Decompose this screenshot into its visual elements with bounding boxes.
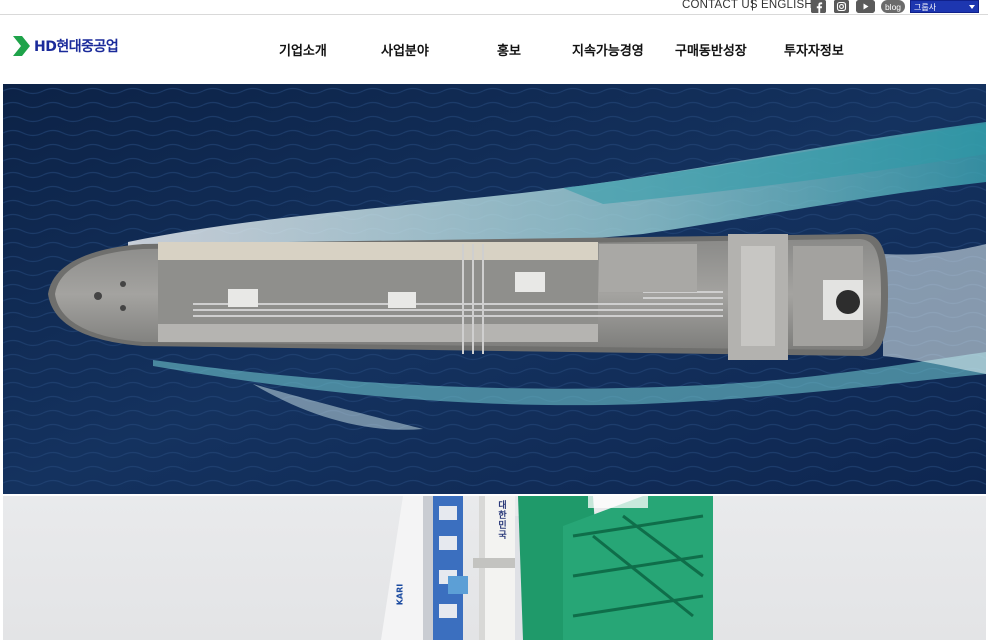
nav-sustainability[interactable]: 지속가능경영 bbox=[572, 40, 644, 59]
nav-business-area[interactable]: 사업분야 bbox=[381, 40, 429, 59]
group-company-select[interactable]: 그룹사 bbox=[910, 0, 979, 13]
rocket-label-korea: 대한민국 bbox=[496, 500, 506, 540]
rocket-label-kari: KARI bbox=[395, 583, 405, 606]
hero-ship-image[interactable] bbox=[3, 84, 986, 494]
nav-company-intro[interactable]: 기업소개 bbox=[279, 40, 327, 59]
contact-us-link[interactable]: CONTACT US bbox=[682, 0, 758, 11]
logo-mark-icon bbox=[13, 36, 30, 56]
utility-separator: | bbox=[751, 0, 754, 11]
blog-icon[interactable]: blog bbox=[881, 0, 905, 13]
utility-bar: CONTACT US | ENGLISH blog 그룹사 bbox=[0, 0, 988, 15]
english-link[interactable]: ENGLISH bbox=[761, 0, 813, 11]
logo[interactable]: HD현대중공업 bbox=[13, 34, 119, 58]
nav-investor-relations[interactable]: 투자자정보 bbox=[784, 40, 844, 59]
chevron-down-icon bbox=[969, 5, 975, 9]
logo-text: HD현대중공업 bbox=[34, 39, 119, 55]
group-select-value: 그룹사 bbox=[914, 3, 937, 12]
ship-illustration bbox=[3, 84, 986, 494]
instagram-icon[interactable] bbox=[834, 0, 849, 13]
nav-procurement[interactable]: 구매동반성장 bbox=[675, 40, 747, 59]
facebook-icon[interactable] bbox=[811, 0, 826, 13]
youtube-icon[interactable] bbox=[856, 0, 875, 13]
site-header: HD현대중공업 기업소개 사업분야 홍보 지속가능경영 구매동반성장 투자자정보 bbox=[0, 16, 988, 84]
nav-pr[interactable]: 홍보 bbox=[497, 40, 521, 59]
hero-rocket-image[interactable]: 대한민국 KARI bbox=[3, 496, 986, 640]
